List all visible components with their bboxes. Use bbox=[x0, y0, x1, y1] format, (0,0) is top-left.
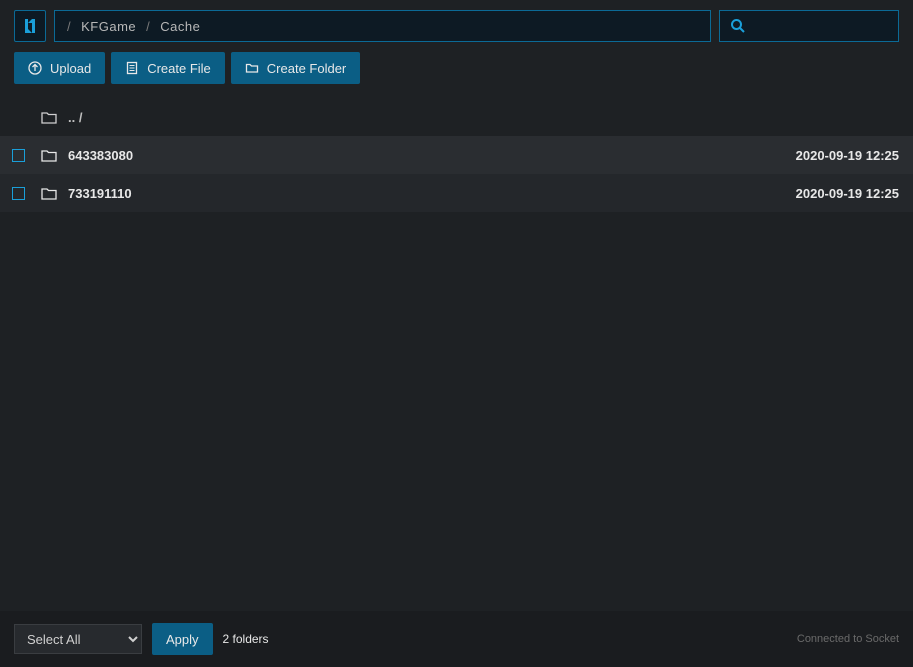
upload-button[interactable]: Upload bbox=[14, 52, 105, 84]
search-input[interactable] bbox=[719, 10, 899, 42]
folder-icon bbox=[41, 187, 57, 200]
breadcrumb[interactable]: / KFGame / Cache bbox=[54, 10, 711, 42]
logo-button[interactable] bbox=[14, 10, 46, 42]
row-name[interactable]: 733191110 bbox=[62, 186, 753, 201]
connection-status: Connected to Socket bbox=[797, 633, 899, 645]
table-row[interactable]: 733191110 2020-09-19 12:25 bbox=[0, 174, 913, 212]
row-name[interactable]: 643383080 bbox=[62, 148, 753, 163]
breadcrumb-item-1[interactable]: Cache bbox=[154, 19, 206, 34]
upload-label: Upload bbox=[50, 61, 91, 76]
file-icon bbox=[125, 61, 139, 75]
create-folder-label: Create Folder bbox=[267, 61, 346, 76]
table-row[interactable]: 643383080 2020-09-19 12:25 bbox=[0, 136, 913, 174]
breadcrumb-sep: / bbox=[146, 19, 150, 34]
logo-icon bbox=[20, 16, 40, 36]
apply-label: Apply bbox=[166, 632, 199, 647]
row-date: 2020-09-19 12:25 bbox=[753, 148, 913, 163]
parent-row[interactable]: .. / bbox=[0, 98, 913, 136]
create-file-label: Create File bbox=[147, 61, 211, 76]
folder-plus-icon bbox=[245, 61, 259, 75]
row-checkbox[interactable] bbox=[12, 149, 25, 162]
apply-button[interactable]: Apply bbox=[152, 623, 213, 655]
create-file-button[interactable]: Create File bbox=[111, 52, 225, 84]
row-date: 2020-09-19 12:25 bbox=[753, 186, 913, 201]
row-checkbox[interactable] bbox=[12, 187, 25, 200]
parent-label[interactable]: .. / bbox=[62, 110, 753, 125]
select-all-dropdown[interactable]: Select All bbox=[14, 624, 142, 654]
file-list: .. / 643383080 2020-09-19 12:25 73319111… bbox=[0, 98, 913, 611]
search-icon bbox=[730, 18, 746, 34]
create-folder-button[interactable]: Create Folder bbox=[231, 52, 360, 84]
breadcrumb-item-0[interactable]: KFGame bbox=[75, 19, 142, 34]
folder-count: 2 folders bbox=[223, 632, 269, 646]
folder-icon bbox=[41, 149, 57, 162]
upload-icon bbox=[28, 61, 42, 75]
breadcrumb-sep: / bbox=[67, 19, 71, 34]
folder-icon bbox=[41, 111, 57, 124]
